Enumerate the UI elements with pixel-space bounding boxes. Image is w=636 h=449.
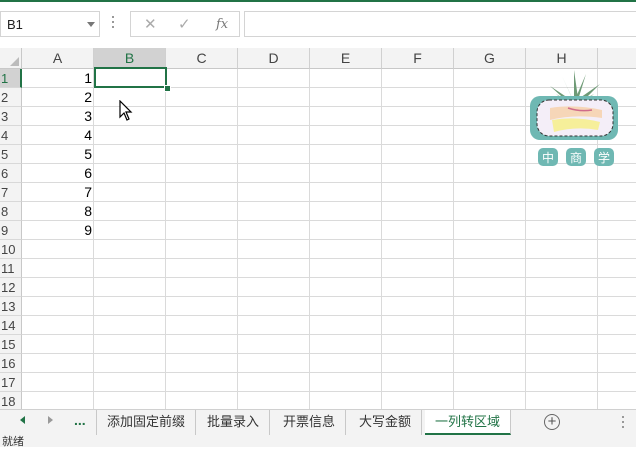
- gridline-horizontal: [22, 201, 636, 202]
- name-box-value: B1: [7, 17, 23, 32]
- cell-a8[interactable]: 8: [22, 202, 94, 221]
- row-header-7[interactable]: 7: [0, 183, 22, 202]
- column-header-c[interactable]: C: [166, 48, 238, 69]
- enter-icon[interactable]: ✓: [178, 15, 191, 33]
- row-header-15[interactable]: 15: [0, 335, 22, 354]
- column-header-f[interactable]: F: [382, 48, 454, 69]
- cell-a4[interactable]: 4: [22, 126, 94, 145]
- row-header-12[interactable]: 12: [0, 278, 22, 297]
- row-header-3[interactable]: 3: [0, 107, 22, 126]
- row-header-10[interactable]: 10: [0, 240, 22, 259]
- select-all-button[interactable]: [0, 48, 22, 69]
- cell-a2[interactable]: 2: [22, 88, 94, 107]
- add-sheet-button[interactable]: +: [544, 414, 560, 430]
- gridline-horizontal: [22, 239, 636, 240]
- cancel-icon[interactable]: ✕: [144, 15, 157, 33]
- cell-a3[interactable]: 3: [22, 107, 94, 126]
- plant-logo-icon: 中 商 学: [530, 70, 618, 166]
- row-header-13[interactable]: 13: [0, 297, 22, 316]
- row-header-18[interactable]: 18: [0, 392, 22, 410]
- row-header-17[interactable]: 17: [0, 373, 22, 392]
- window-top-accent: [0, 0, 636, 2]
- tab-uppercase-amount[interactable]: 大写金额: [349, 410, 423, 435]
- gridline-horizontal: [22, 258, 636, 259]
- gridline-horizontal: [22, 334, 636, 335]
- tab-column-to-range[interactable]: 一列转区域: [425, 410, 512, 435]
- gridline-horizontal: [22, 182, 636, 183]
- gridline-horizontal: [22, 372, 636, 373]
- row-header-4[interactable]: 4: [0, 126, 22, 145]
- cell-a6[interactable]: 6: [22, 164, 94, 183]
- prev-sheet-icon[interactable]: [20, 416, 25, 424]
- cell-a9[interactable]: 9: [22, 221, 94, 240]
- column-header-e[interactable]: E: [310, 48, 382, 69]
- name-box[interactable]: B1: [0, 11, 100, 37]
- fill-handle[interactable]: [164, 85, 171, 92]
- tab-add-prefix[interactable]: 添加固定前缀: [96, 410, 197, 435]
- gridline-horizontal: [22, 220, 636, 221]
- name-box-dropdown-icon[interactable]: [87, 22, 95, 27]
- column-header-g[interactable]: G: [454, 48, 526, 69]
- more-sheets-button[interactable]: ...: [74, 412, 86, 428]
- row-header-6[interactable]: 6: [0, 164, 22, 183]
- formula-bar-grip-icon[interactable]: [112, 16, 115, 32]
- row-header-11[interactable]: 11: [0, 259, 22, 278]
- gridline-horizontal: [22, 391, 636, 392]
- logo-char-2: 商: [570, 150, 582, 165]
- insert-function-button[interactable]: fx: [216, 17, 228, 32]
- column-header-b[interactable]: B: [94, 48, 166, 69]
- row-header-5[interactable]: 5: [0, 145, 22, 164]
- row-header-16[interactable]: 16: [0, 354, 22, 373]
- sheet-tab-bar: ... 添加固定前缀 批量录入 开票信息 大写金额 一列转区域 +: [0, 409, 636, 435]
- row-header-9[interactable]: 9: [0, 221, 22, 240]
- next-sheet-icon[interactable]: [48, 416, 53, 424]
- column-header-a[interactable]: A: [22, 48, 94, 69]
- active-cell-b1[interactable]: [94, 67, 167, 88]
- column-header-h[interactable]: H: [526, 48, 598, 69]
- logo-char-1: 中: [542, 150, 554, 165]
- gridline-horizontal: [22, 296, 636, 297]
- gridline-horizontal: [22, 315, 636, 316]
- cell-a7[interactable]: 7: [22, 183, 94, 202]
- gridline-horizontal: [22, 277, 636, 278]
- tab-invoice-info[interactable]: 开票信息: [273, 410, 347, 435]
- row-header-2[interactable]: 2: [0, 88, 22, 107]
- tab-bar-grip-icon[interactable]: [622, 416, 624, 430]
- formula-input[interactable]: [244, 11, 636, 37]
- cell-a1[interactable]: 1: [22, 69, 94, 88]
- logo-char-3: 学: [598, 150, 610, 165]
- row-header-14[interactable]: 14: [0, 316, 22, 335]
- tab-batch-entry[interactable]: 批量录入: [197, 410, 271, 435]
- column-header-overflow[interactable]: [598, 48, 636, 69]
- column-header-d[interactable]: D: [238, 48, 310, 69]
- formula-bar: B1 ✕ ✓ fx: [0, 8, 636, 41]
- row-header-1[interactable]: 1: [0, 69, 22, 88]
- cell-a5[interactable]: 5: [22, 145, 94, 164]
- formula-buttons: ✕ ✓ fx: [130, 11, 240, 37]
- gridline-horizontal: [22, 353, 636, 354]
- status-bar: 就绪: [0, 435, 636, 448]
- mouse-pointer-icon: [119, 100, 133, 121]
- row-header-8[interactable]: 8: [0, 202, 22, 221]
